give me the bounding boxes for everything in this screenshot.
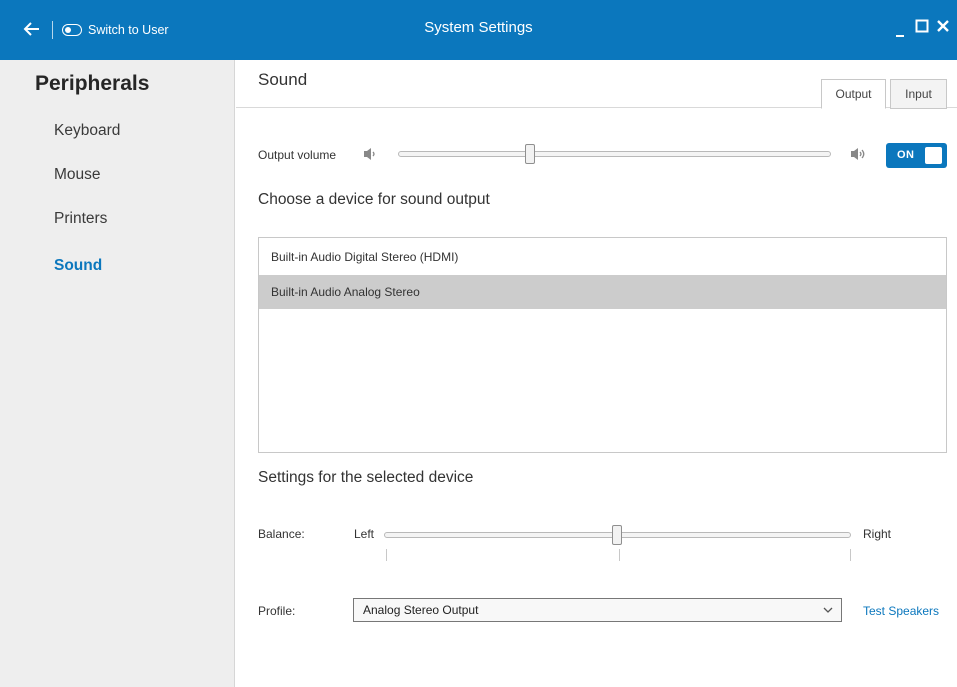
balance-tick-left (386, 549, 387, 561)
device-row-analog[interactable]: Built-in Audio Analog Stereo (259, 275, 946, 309)
sidebar-heading: Peripherals (35, 72, 150, 95)
test-speakers-link[interactable]: Test Speakers (863, 604, 939, 618)
title-bar-separator (52, 21, 53, 39)
balance-left-label: Left (354, 527, 375, 541)
balance-tick-right (850, 549, 851, 561)
close-icon (937, 20, 949, 32)
main-header: Sound Output Input (236, 60, 957, 109)
speaker-low-icon (364, 148, 375, 160)
maximize-button[interactable] (915, 18, 929, 42)
output-toggle-switch[interactable]: ON (886, 143, 947, 168)
close-button[interactable] (936, 18, 950, 42)
sidebar-item-mouse[interactable]: Mouse (54, 166, 101, 184)
balance-tick-center (619, 549, 620, 561)
title-bar: Switch to User System Settings (0, 0, 957, 60)
profile-dropdown[interactable]: Analog Stereo Output (353, 598, 842, 622)
output-volume-thumb[interactable] (525, 144, 535, 164)
main-panel: Sound Output Input Output volume ON Choo… (236, 60, 957, 687)
maximize-icon (915, 19, 929, 33)
switch-to-user-button[interactable]: Switch to User (62, 21, 169, 39)
page-title: Sound (258, 70, 308, 89)
device-row-hdmi[interactable]: Built-in Audio Digital Stereo (HDMI) (259, 240, 946, 274)
minimize-button[interactable] (896, 20, 906, 44)
output-volume-slider[interactable] (398, 151, 831, 157)
tab-output[interactable]: Output (821, 79, 886, 109)
back-arrow-icon[interactable] (23, 20, 41, 38)
settings-section-heading: Settings for the selected device (258, 469, 474, 486)
sidebar-item-sound[interactable]: Sound (54, 257, 102, 275)
speaker-high-icon (851, 148, 865, 160)
sidebar-item-printers[interactable]: Printers (54, 210, 107, 228)
switch-to-user-label: Switch to User (88, 23, 169, 37)
toggle-icon (62, 24, 82, 36)
minimize-icon (896, 35, 904, 37)
sidebar-item-keyboard[interactable]: Keyboard (54, 122, 120, 140)
device-list: Built-in Audio Digital Stereo (HDMI) Bui… (258, 237, 947, 453)
sidebar: Peripherals Keyboard Mouse Printers Soun… (0, 60, 235, 687)
toggle-knob (925, 147, 942, 164)
output-volume-label: Output volume (258, 148, 337, 162)
device-section-heading: Choose a device for sound output (258, 191, 490, 208)
balance-label: Balance: (258, 527, 305, 541)
tab-input[interactable]: Input (890, 79, 947, 109)
chevron-down-icon (823, 607, 833, 613)
balance-thumb[interactable] (612, 525, 622, 545)
profile-label: Profile: (258, 604, 296, 618)
profile-selected-value: Analog Stereo Output (363, 603, 479, 617)
balance-right-label: Right (863, 527, 892, 541)
toggle-on-label: ON (897, 149, 915, 161)
